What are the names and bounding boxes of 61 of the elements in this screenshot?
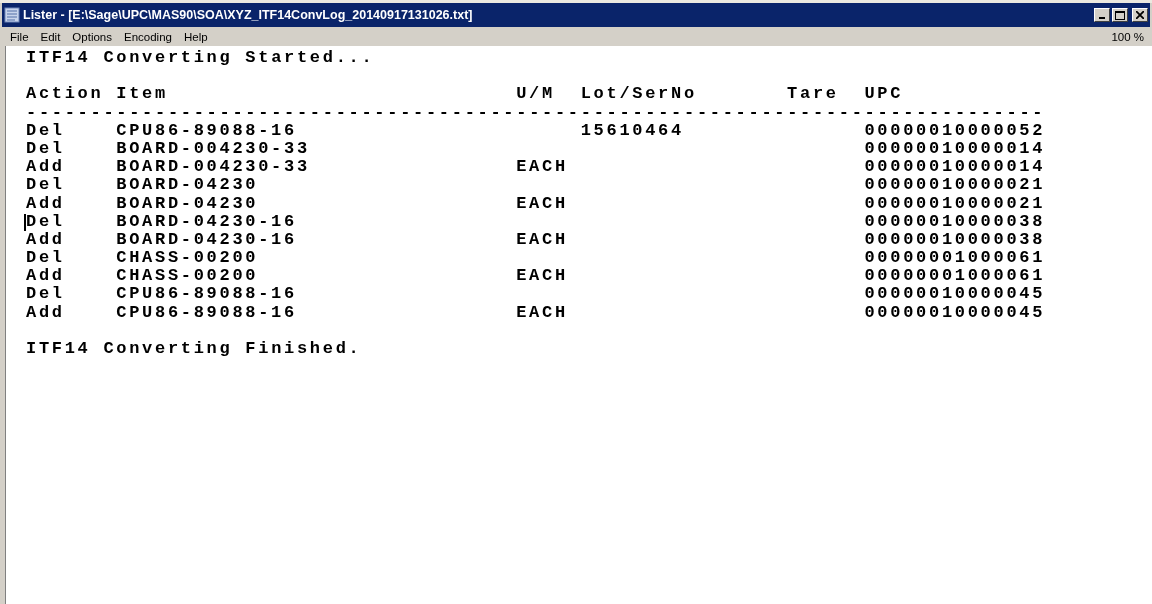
- log-cell: Del: [26, 176, 65, 195]
- close-button[interactable]: [1132, 8, 1148, 22]
- maximize-icon: [1115, 10, 1125, 20]
- log-text: ITF14 Converting Finished.: [26, 340, 362, 359]
- log-cell: 00000010000021: [864, 176, 1046, 195]
- menu-item[interactable]: Edit: [34, 30, 67, 43]
- log-cell: CPU86-89088-16: [116, 285, 297, 304]
- log-cell: BOARD-004230-33: [116, 158, 310, 177]
- log-cell: BOARD-04230-16: [116, 230, 297, 250]
- menu-item[interactable]: File: [4, 30, 35, 43]
- log-cell: BOARD-04230-16: [116, 212, 297, 231]
- column-header: Action: [26, 85, 104, 104]
- log-cell: 00000001000061: [864, 267, 1046, 286]
- log-cell: BOARD-04230: [116, 194, 259, 213]
- log-cell: Del: [26, 121, 65, 140]
- log-cell: EACH: [516, 267, 568, 286]
- log-cell: CHASS-00200: [116, 267, 259, 286]
- column-header: Item: [116, 85, 168, 104]
- log-cell: 00000010000038: [864, 230, 1046, 250]
- log-cell: 00000010000014: [864, 158, 1046, 177]
- separator-text: -------------------------------------------------------------------------------: [26, 103, 1046, 122]
- log-cell: EACH: [516, 303, 568, 322]
- zoom-level: 100 %: [1111, 30, 1145, 43]
- log-cell: Del: [26, 212, 65, 231]
- close-icon: [1136, 11, 1144, 19]
- maximize-button[interactable]: [1112, 8, 1128, 22]
- log-cell: CHASS-00200: [116, 249, 259, 268]
- log-cell: EACH: [516, 158, 568, 177]
- log-cell: 00000001000061: [864, 249, 1046, 268]
- log-cell: 00000010000038: [864, 212, 1046, 231]
- log-cell: Add: [26, 158, 65, 177]
- log-cell: CPU86-89088-16: [116, 121, 297, 140]
- log-cell: Add: [26, 303, 65, 322]
- log-cell: BOARD-04230: [116, 176, 259, 195]
- column-header: Lot/SerNo: [580, 85, 697, 104]
- menu-item[interactable]: Help: [177, 30, 214, 43]
- log-cell: Add: [26, 267, 65, 286]
- log-cell: Add: [26, 230, 65, 250]
- menu-item[interactable]: Encoding: [118, 30, 178, 43]
- column-header: UPC: [864, 85, 904, 104]
- window-title: Lister - [E:\Sage\UPC\MAS90\SOA\XYZ_ITF14ConvLog_20140917131026.txt]: [23, 8, 474, 22]
- log-cell: Del: [26, 285, 65, 304]
- log-cell: 00000010000052: [864, 121, 1046, 140]
- log-cell: Del: [26, 249, 65, 268]
- log-cell: 00000010000045: [864, 285, 1046, 304]
- log-cell: 00000010000021: [864, 194, 1046, 213]
- log-cell: 00000010000014: [864, 139, 1046, 159]
- log-text: ITF14 Converting Started...: [26, 49, 375, 68]
- menu-item[interactable]: Options: [66, 30, 118, 43]
- log-cell: BOARD-004230-33: [116, 139, 310, 159]
- column-header: U/M: [516, 85, 555, 104]
- log-cell: Del: [26, 139, 65, 159]
- log-cell: 15610464: [580, 121, 684, 140]
- log-cell: EACH: [516, 230, 568, 250]
- log-cell: Add: [26, 194, 65, 213]
- log-cell: CPU86-89088-16: [116, 303, 297, 322]
- document-icon: [4, 7, 20, 23]
- log-cell: EACH: [516, 194, 568, 213]
- log-cell: 00000010000045: [864, 303, 1046, 322]
- column-header: Tare: [787, 85, 839, 104]
- minimize-button[interactable]: [1094, 8, 1110, 22]
